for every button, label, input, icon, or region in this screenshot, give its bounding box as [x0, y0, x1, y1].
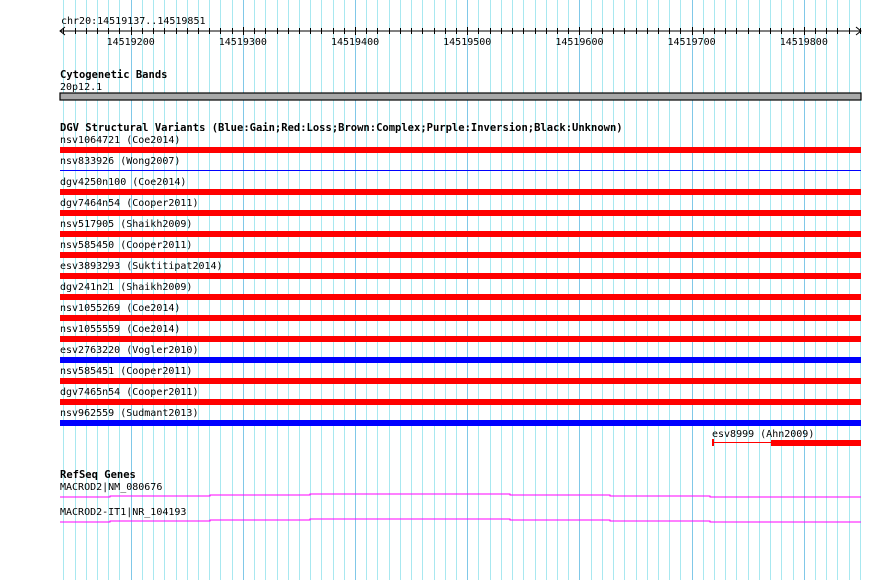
variant-start-tick	[712, 439, 714, 446]
variant-bar[interactable]	[60, 170, 861, 171]
ruler-tick-label: 14519300	[219, 37, 267, 48]
ruler-tick-labels: 14519200 14519300 14519400 14519500 14519600…	[107, 37, 828, 48]
location-label: chr20:14519137..14519851	[61, 16, 206, 27]
variant-row[interactable]: dgv4250n100 (Coe2014)	[60, 177, 861, 195]
variant-row[interactable]: dgv241n21 (Shaikh2009)	[60, 282, 861, 300]
variant-bar[interactable]	[60, 189, 861, 195]
variant-label: nsv517905 (Shaikh2009)	[60, 219, 192, 230]
cytoband-track-title: Cytogenetic Bands	[60, 69, 167, 81]
variant-bar[interactable]	[60, 252, 861, 258]
variant-row[interactable]: nsv833926 (Wong2007)	[60, 156, 861, 171]
genome-browser-panel: chr20:14519137..14519851 14519200 1451930…	[59, 0, 862, 580]
variant-label: dgv7464n54 (Cooper2011)	[60, 198, 198, 209]
ruler-tick-label: 14519600	[555, 37, 603, 48]
variant-connector[interactable]	[712, 442, 771, 443]
variant-row[interactable]: nsv1064721 (Coe2014)	[60, 135, 861, 153]
variant-label: nsv585451 (Cooper2011)	[60, 366, 192, 377]
variant-label: dgv241n21 (Shaikh2009)	[60, 282, 192, 293]
variant-bar[interactable]	[60, 315, 861, 321]
cytoband-bar[interactable]	[59, 92, 862, 101]
dgv-track-title: DGV Structural Variants (Blue:Gain;Red:L…	[60, 122, 623, 134]
gene-line[interactable]	[60, 518, 861, 523]
variant-bar[interactable]	[771, 440, 861, 446]
gene-label: MACROD2-IT1|NR_104193	[60, 507, 186, 518]
variant-label: nsv585450 (Cooper2011)	[60, 240, 192, 251]
refseq-track: RefSeq Genes MACROD2|NM_080676 MACROD2-I…	[60, 469, 861, 523]
variant-bar[interactable]	[60, 420, 861, 426]
variant-bar[interactable]	[60, 273, 861, 279]
gene-label: MACROD2|NM_080676	[60, 482, 162, 493]
dgv-track: DGV Structural Variants (Blue:Gain;Red:L…	[60, 122, 861, 446]
cytoband-track: Cytogenetic Bands 20p12.1	[59, 69, 862, 101]
variant-label: nsv1064721 (Coe2014)	[60, 135, 180, 146]
variant-row[interactable]: nsv585451 (Cooper2011)	[60, 366, 861, 384]
variant-bar[interactable]	[60, 147, 861, 153]
variant-row[interactable]: nsv1055269 (Coe2014)	[60, 303, 861, 321]
variant-esv8999[interactable]: esv8999 (Ahn2009)	[712, 429, 861, 446]
variant-bar[interactable]	[60, 231, 861, 237]
gene-line[interactable]	[60, 493, 861, 498]
variant-label: nsv962559 (Sudmant2013)	[60, 408, 198, 419]
variant-row[interactable]: nsv585450 (Cooper2011)	[60, 240, 861, 258]
ruler: chr20:14519137..14519851 14519200 1451930…	[59, 16, 862, 48]
variant-label: nsv1055559 (Coe2014)	[60, 324, 180, 335]
variant-bar[interactable]	[60, 210, 861, 216]
gene-macrod2-it1[interactable]: MACROD2-IT1|NR_104193	[60, 507, 861, 523]
variant-row[interactable]: esv3893293 (Suktitipat2014)	[60, 261, 861, 279]
variant-row[interactable]: dgv7465n54 (Cooper2011)	[60, 387, 861, 405]
variant-label: esv3893293 (Suktitipat2014)	[60, 261, 223, 272]
variant-row[interactable]: nsv962559 (Sudmant2013)	[60, 408, 861, 426]
variant-label: dgv4250n100 (Coe2014)	[60, 177, 186, 188]
variant-bar[interactable]	[60, 378, 861, 384]
variant-bar[interactable]	[60, 336, 861, 342]
variant-bar[interactable]	[60, 399, 861, 405]
gene-macrod2[interactable]: MACROD2|NM_080676	[60, 482, 861, 498]
ruler-tick-label: 14519700	[668, 37, 716, 48]
variant-bar[interactable]	[60, 357, 861, 363]
ruler-tick-label: 14519400	[331, 37, 379, 48]
cytoband-label: 20p12.1	[60, 82, 102, 93]
ruler-tick-label: 14519200	[107, 37, 155, 48]
variant-row[interactable]: nsv1055559 (Coe2014)	[60, 324, 861, 342]
ruler-tick-label: 14519500	[443, 37, 491, 48]
variant-label: esv8999 (Ahn2009)	[712, 429, 814, 440]
variant-row[interactable]: dgv7464n54 (Cooper2011)	[60, 198, 861, 216]
variant-label: nsv833926 (Wong2007)	[60, 156, 180, 167]
ruler-tick-label: 14519800	[780, 37, 828, 48]
variant-label: nsv1055269 (Coe2014)	[60, 303, 180, 314]
refseq-track-title: RefSeq Genes	[60, 469, 136, 481]
variant-row[interactable]: nsv517905 (Shaikh2009)	[60, 219, 861, 237]
variant-label: dgv7465n54 (Cooper2011)	[60, 387, 198, 398]
variant-row[interactable]: esv2763220 (Vogler2010)	[60, 345, 861, 363]
variant-bar[interactable]	[60, 294, 861, 300]
variant-label: esv2763220 (Vogler2010)	[60, 345, 198, 356]
